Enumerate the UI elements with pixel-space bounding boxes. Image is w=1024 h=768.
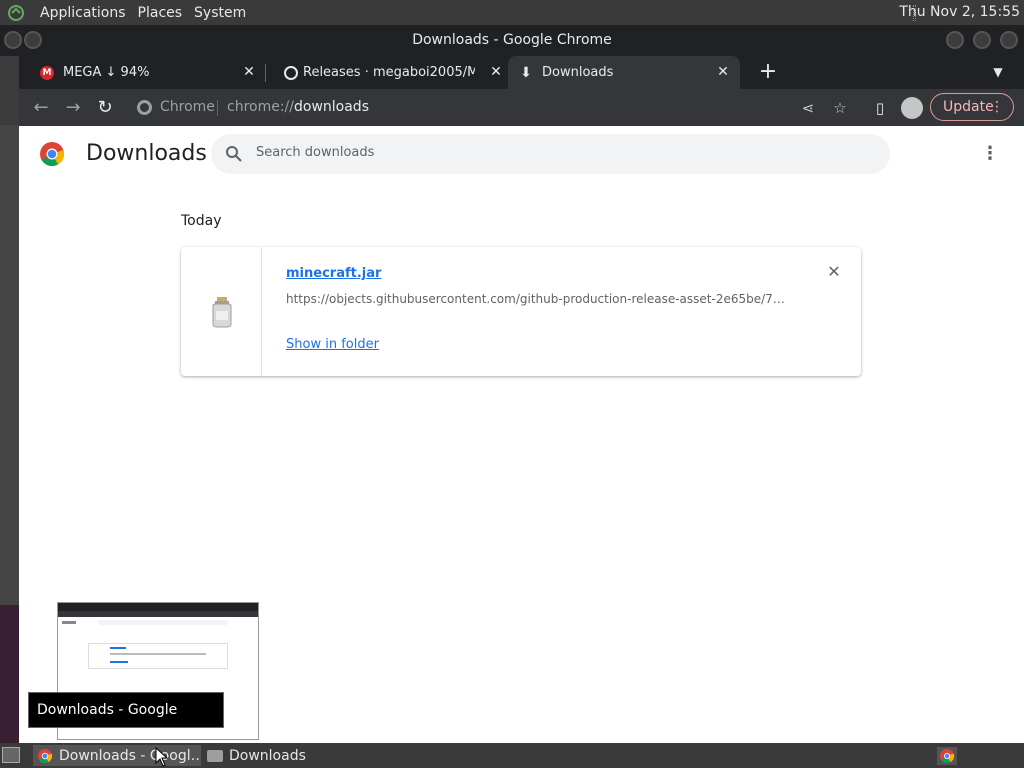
clock[interactable]: Thu Nov 2, 15:55 xyxy=(899,4,1020,20)
back-arrow-icon[interactable]: ← xyxy=(31,98,51,118)
window-maximize-button[interactable] xyxy=(973,31,991,49)
bookmark-star-icon[interactable]: ☆ xyxy=(831,99,849,117)
thumbnail-url xyxy=(110,653,206,655)
file-name-link[interactable]: minecraft.jar xyxy=(286,266,381,281)
forward-arrow-icon[interactable]: → xyxy=(63,98,83,118)
taskbar-item-label: Downloads - Googl… xyxy=(59,747,199,764)
chrome-site-icon xyxy=(137,100,152,115)
share-icon[interactable]: ⋖ xyxy=(799,99,817,117)
chrome-logo-icon xyxy=(40,142,65,167)
download-item: minecraft.jar https://objects.githubuser… xyxy=(181,247,861,376)
window-shade-button[interactable] xyxy=(24,31,42,49)
page-title: Downloads xyxy=(86,141,207,166)
search-downloads-box[interactable]: Search downloads xyxy=(211,134,890,174)
places-menu[interactable]: Places xyxy=(132,5,189,21)
taskbar-tooltip: Downloads - Google Chrome xyxy=(28,692,224,752)
omnibox-divider xyxy=(217,100,218,116)
url-text[interactable]: chrome://downloads xyxy=(227,99,369,115)
tab-search-chevron-icon[interactable]: ▼ xyxy=(990,64,1006,80)
url-path: downloads xyxy=(294,99,369,115)
window-minimize-button[interactable] xyxy=(946,31,964,49)
tab-title: Releases · megaboi2005/Mine xyxy=(303,65,475,80)
search-input[interactable]: Search downloads xyxy=(256,145,374,160)
tab-downloads[interactable]: ⬇ Downloads ✕ xyxy=(508,56,740,89)
window-title: Downloads - Google Chrome xyxy=(412,32,612,48)
thumbnail-heading xyxy=(62,621,76,624)
tab-strip: M MEGA ↓ 94% ✕ Releases · megaboi2005/Mi… xyxy=(19,56,1024,89)
thumbnail-card xyxy=(88,643,228,669)
thumbnail-searchbar xyxy=(98,620,228,625)
download-icon: ⬇ xyxy=(520,64,532,81)
reload-icon[interactable]: ↻ xyxy=(95,98,115,118)
profile-avatar-icon[interactable] xyxy=(901,97,923,119)
remove-download-icon[interactable]: ✕ xyxy=(826,264,842,280)
side-panel-icon[interactable]: ▯ xyxy=(871,99,889,117)
search-icon xyxy=(226,146,242,162)
source-url[interactable]: https://objects.githubusercontent.com/gi… xyxy=(286,292,786,306)
tab-close-icon[interactable]: ✕ xyxy=(242,65,256,79)
page-header: Downloads Search downloads ⋮ xyxy=(19,126,1024,184)
taskbar-item-chrome[interactable]: Downloads - Googl… xyxy=(33,745,201,766)
new-tab-plus-icon[interactable]: + xyxy=(758,61,778,83)
window-titlebar[interactable]: Downloads - Google Chrome xyxy=(0,25,1024,56)
system-menu[interactable]: System xyxy=(188,5,252,21)
tab-title: Downloads xyxy=(542,65,614,80)
tab-releases[interactable]: Releases · megaboi2005/Mine ✕ xyxy=(267,56,505,89)
taskbar-item-label: Downloads xyxy=(229,747,306,764)
tab-close-icon[interactable]: ✕ xyxy=(716,65,730,79)
github-icon xyxy=(284,65,298,80)
update-label: Update xyxy=(943,99,994,115)
date-heading: Today xyxy=(181,213,222,229)
mouse-cursor-icon xyxy=(155,747,169,767)
thumbnail-toolbar xyxy=(58,611,258,617)
tab-mega[interactable]: M MEGA ↓ 94% ✕ xyxy=(19,56,266,89)
show-in-folder-link[interactable]: Show in folder xyxy=(286,337,379,352)
tab-separator xyxy=(265,64,266,82)
distro-logo-icon[interactable] xyxy=(5,2,27,24)
chrome-icon xyxy=(38,748,53,763)
bottom-taskbar: Downloads - Googl… Downloads xyxy=(0,743,1024,768)
kebab-menu-icon[interactable]: ⋮ xyxy=(990,94,1004,120)
show-desktop-icon[interactable] xyxy=(2,747,20,763)
tray-chrome-icon[interactable] xyxy=(937,747,957,765)
file-icon-column xyxy=(181,247,262,376)
tab-close-icon[interactable]: ✕ xyxy=(489,65,503,79)
applications-menu[interactable]: Applications xyxy=(34,5,132,21)
thumbnail-tabstrip xyxy=(58,603,258,611)
taskbar-item-downloads-folder[interactable]: Downloads xyxy=(203,745,323,766)
thumbnail-link xyxy=(110,647,126,649)
window-menu-button[interactable] xyxy=(4,31,22,49)
more-actions-icon[interactable]: ⋮ xyxy=(981,142,999,166)
site-chip-label: Chrome xyxy=(160,99,215,115)
folder-icon xyxy=(207,749,223,762)
desktop-wallpaper xyxy=(0,605,19,743)
tab-title: MEGA ↓ 94% xyxy=(63,65,150,80)
desktop-background xyxy=(0,25,19,743)
thumbnail-action xyxy=(110,661,128,663)
mega-icon: M xyxy=(40,65,54,80)
update-button[interactable]: Update ⋮ xyxy=(930,93,1014,121)
background-window-edge xyxy=(0,125,19,625)
window-close-button[interactable] xyxy=(1000,31,1018,49)
browser-toolbar: ← → ↻ Chrome chrome://downloads ⋖ ☆ ▯ Up… xyxy=(19,89,1024,126)
url-scheme: chrome:// xyxy=(227,99,294,115)
top-panel: Applications Places System Thu Nov 2, 15… xyxy=(0,0,1024,25)
jar-file-icon xyxy=(212,297,232,328)
